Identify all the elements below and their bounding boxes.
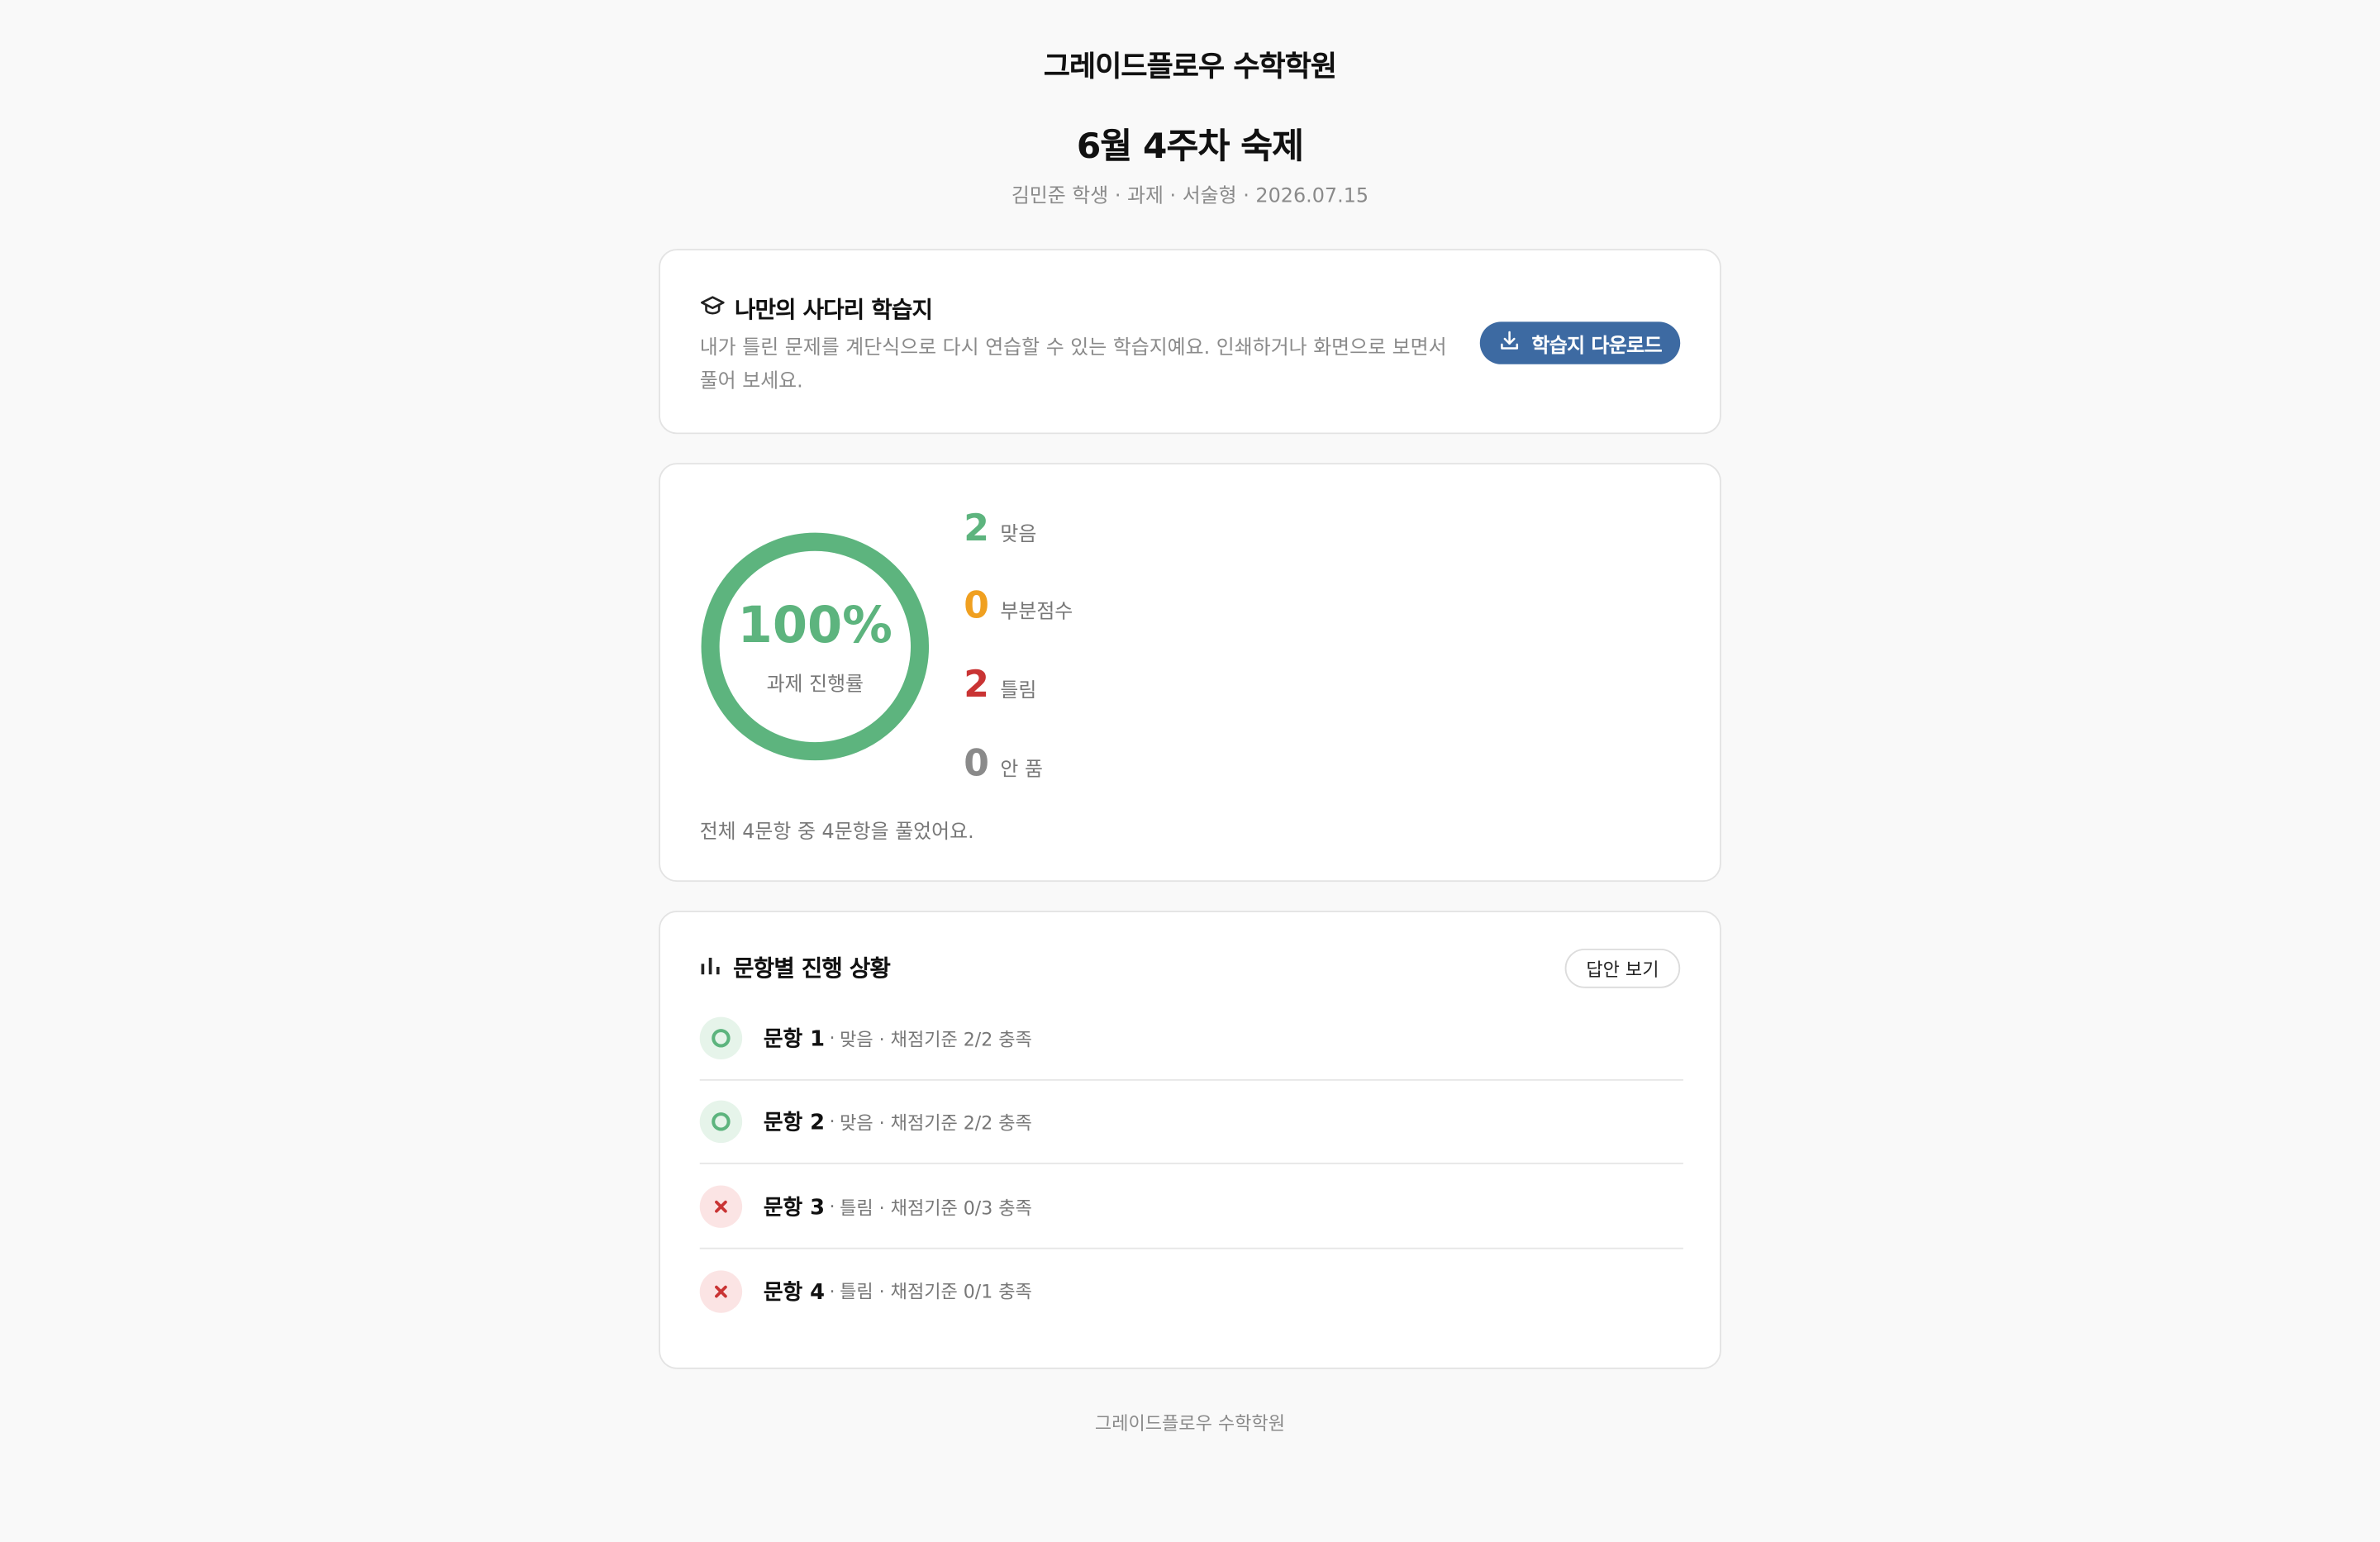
stat-unsolved-value: 0	[964, 742, 989, 785]
page-title: 6월 4주차 숙제	[1076, 127, 1304, 168]
question-info: 틀림 · 채점기준 0/3 충족	[840, 1197, 1032, 1218]
bar-chart-icon	[700, 953, 721, 982]
stat-partial: 0 부분점수	[964, 584, 1073, 626]
academy-name: 그레이드플로우 수학학원	[1043, 50, 1337, 84]
question-name: 문항 2	[763, 1111, 826, 1135]
question-row[interactable]: 문항 2 · 맞음 · 채점기준 2/2 충족	[699, 1081, 1683, 1164]
stat-wrong-label: 틀림	[1000, 679, 1037, 703]
graduation-cap-icon	[700, 293, 726, 325]
assignment-meta: 김민준 학생 · 과제 · 서술형 · 2026.07.15	[1011, 185, 1369, 208]
question-progress-card: 문항별 진행 상황 답안 보기 문항 1 · 맞음 · 채점기준 2/2 충족 …	[659, 911, 1721, 1369]
question-progress-header: 문항별 진행 상황	[700, 952, 891, 984]
stat-wrong: 2 틀림	[964, 664, 1036, 706]
stat-partial-label: 부분점수	[1000, 601, 1073, 624]
question-separator: ·	[829, 1280, 835, 1302]
question-info: 틀림 · 채점기준 0/1 충족	[840, 1281, 1032, 1302]
question-separator: ·	[829, 1196, 835, 1218]
wrong-x-icon	[699, 1185, 743, 1228]
question-name: 문항 4	[763, 1280, 826, 1305]
stat-unsolved-label: 안 품	[1000, 759, 1043, 782]
ladder-worksheet-card: 나만의 사다리 학습지 내가 틀린 문제를 계단식으로 다시 연습할 수 있는 …	[659, 249, 1721, 435]
view-answers-button[interactable]: 답안 보기	[1564, 948, 1681, 988]
correct-circle-icon	[699, 1100, 743, 1144]
question-separator: ·	[829, 1111, 835, 1133]
ladder-description: 내가 틀린 문제를 계단식으로 다시 연습할 수 있는 학습지예요. 인쇄하거나…	[699, 336, 1447, 393]
wrong-x-icon	[699, 1269, 743, 1312]
ladder-title: 나만의 사다리 학습지	[734, 296, 933, 324]
question-separator: ·	[829, 1027, 835, 1049]
stat-partial-value: 0	[964, 584, 989, 627]
question-info: 맞음 · 채점기준 2/2 충족	[840, 1028, 1032, 1050]
stat-unsolved: 0 안 품	[964, 742, 1043, 784]
progress-ring: 100% 과제 진행률	[700, 531, 931, 762]
question-info: 맞음 · 채점기준 2/2 충족	[840, 1111, 1032, 1134]
download-worksheet-button[interactable]: 학습지 다운로드	[1479, 321, 1681, 364]
question-row[interactable]: 문항 3 · 틀림 · 채점기준 0/3 충족	[699, 1166, 1683, 1249]
download-label: 학습지 다운로드	[1531, 334, 1663, 358]
download-icon	[1498, 329, 1521, 358]
question-name: 문항 3	[763, 1196, 826, 1221]
stat-wrong-value: 2	[964, 663, 989, 707]
progress-percent: 100%	[737, 594, 892, 654]
page: 그레이드플로우 수학학원 6월 4주차 숙제 김민준 학생 · 과제 · 서술형…	[0, 0, 2380, 1542]
stat-correct-value: 2	[964, 507, 989, 550]
progress-card: 100% 과제 진행률 2 맞음 0 부분점수 2 틀림 0 안 품 전체 4문…	[659, 463, 1721, 883]
stat-correct: 2 맞음	[964, 507, 1036, 549]
question-progress-title: 문항별 진행 상황	[733, 954, 891, 983]
question-row[interactable]: 문항 1 · 맞음 · 채점기준 2/2 충족	[699, 997, 1683, 1081]
progress-label: 과제 진행률	[766, 673, 864, 697]
footer-academy-name: 그레이드플로우 수학학원	[1094, 1412, 1285, 1435]
progress-summary: 전체 4문항 중 4문항을 풀었어요.	[699, 821, 974, 845]
question-name: 문항 1	[763, 1027, 826, 1052]
correct-circle-icon	[699, 1016, 743, 1060]
stat-correct-label: 맞음	[1000, 523, 1037, 547]
ladder-header: 나만의 사다리 학습지	[700, 293, 933, 325]
question-row[interactable]: 문항 4 · 틀림 · 채점기준 0/1 충족	[699, 1249, 1683, 1333]
